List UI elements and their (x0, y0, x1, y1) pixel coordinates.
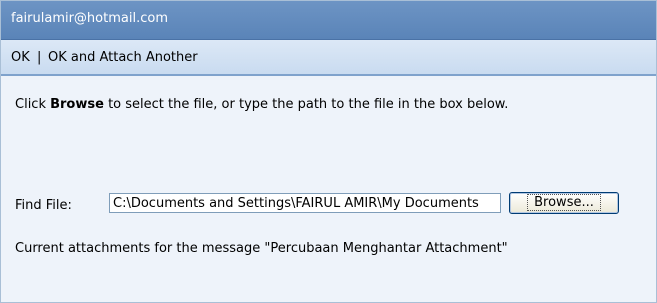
instructions-prefix: Click (15, 97, 51, 112)
command-separator: | (37, 50, 42, 65)
current-attachments-text: Current attachments for the message "Per… (15, 241, 508, 256)
instructions-text: Click Browse to select the file, or type… (15, 96, 615, 114)
attach-file-dialog: fairulamir@hotmail.com OK | OK and Attac… (0, 0, 657, 303)
account-email: fairulamir@hotmail.com (11, 11, 168, 26)
ok-button[interactable]: OK (11, 50, 30, 65)
dialog-body: Click Browse to select the file, or type… (1, 76, 656, 302)
instructions-bold-word: Browse (50, 97, 104, 112)
file-path-input[interactable] (109, 193, 501, 213)
browse-button-label: Browse... (527, 194, 601, 211)
account-header: fairulamir@hotmail.com (1, 1, 656, 40)
browse-button[interactable]: Browse... (509, 192, 619, 214)
command-bar: OK | OK and Attach Another (1, 40, 656, 76)
instructions-suffix: to select the file, or type the path to … (103, 97, 509, 112)
find-file-label: Find File: (15, 198, 72, 213)
ok-and-attach-another-button[interactable]: OK and Attach Another (48, 50, 198, 65)
